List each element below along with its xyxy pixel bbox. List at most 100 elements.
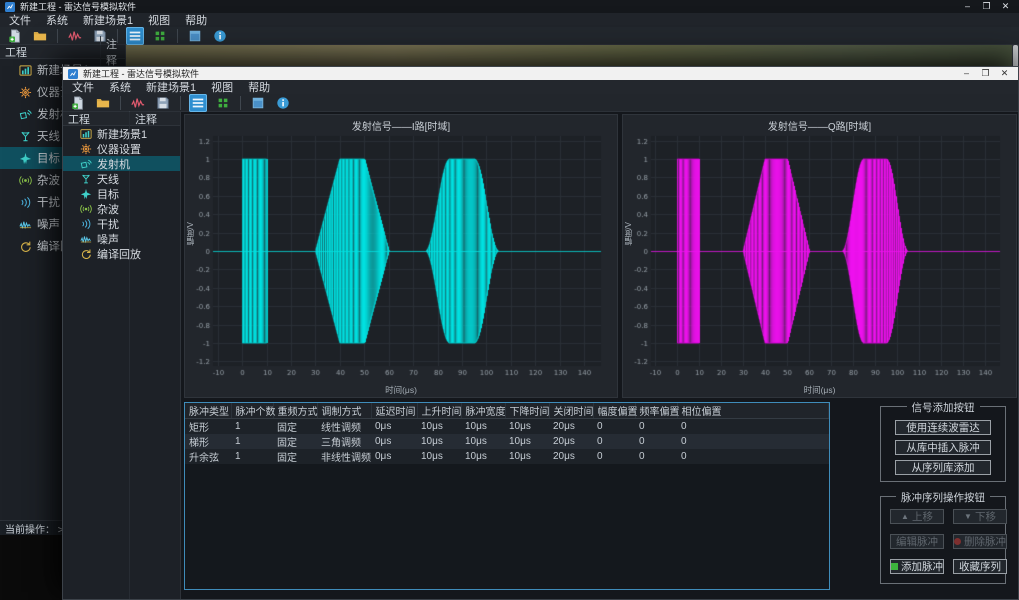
delete-pulse-button[interactable]: 删除脉冲 — [953, 534, 1007, 549]
save-icon[interactable] — [154, 94, 172, 112]
table-cell: 10μs — [505, 419, 549, 435]
menu-item-file[interactable]: 文件 — [9, 12, 31, 28]
table-header[interactable]: 上升时间 — [417, 403, 461, 419]
button-label: 添加脉冲 — [901, 559, 943, 574]
button-label: 上移 — [912, 509, 933, 524]
table-cell: 10μs — [417, 419, 461, 435]
menu-item-system[interactable]: 系统 — [109, 79, 131, 95]
scene-icon — [80, 128, 92, 140]
table-cell: 0 — [593, 449, 635, 464]
table-cell: 0 — [677, 434, 829, 449]
sidebar-item-label: 新建场景1 — [97, 126, 147, 142]
sidebar-item-noise[interactable]: 噪声 — [63, 231, 180, 246]
bg-maximize-button[interactable]: ❐ — [978, 1, 995, 12]
list-view-icon[interactable] — [126, 27, 144, 45]
waveform-icon[interactable] — [129, 94, 147, 112]
table-row[interactable]: 梯形1固定三角调频0μs10μs10μs10μs20μs000 — [185, 434, 829, 449]
table-header[interactable]: 脉冲宽度 — [461, 403, 505, 419]
button-label: 从序列库添加 — [912, 460, 975, 475]
table-header[interactable]: 脉冲类型 — [185, 403, 231, 419]
table-header[interactable]: 调制方式 — [317, 403, 371, 419]
sidebar-item-scene[interactable]: 新建场景1 — [63, 126, 180, 141]
tree-header-project: 工程 — [63, 111, 129, 127]
table-header[interactable]: 幅度偏置 — [593, 403, 635, 419]
gear-icon — [80, 143, 92, 155]
table-row[interactable]: 升余弦1固定非线性调频0μs10μs10μs10μs20μs000 — [185, 449, 829, 464]
antenna-icon — [19, 130, 32, 143]
table-cell: 非线性调频 — [317, 449, 371, 464]
list-view-icon[interactable] — [189, 94, 207, 112]
chart-plot-i[interactable] — [189, 131, 613, 383]
button-label: 下移 — [975, 509, 996, 524]
panel-icon[interactable] — [249, 94, 267, 112]
table-header[interactable]: 重频方式 — [273, 403, 317, 419]
grid-dots-icon[interactable] — [151, 27, 169, 45]
jam-icon — [80, 218, 92, 230]
table-header[interactable]: 相位偏置 — [677, 403, 829, 419]
table-header[interactable]: 脉冲个数 — [231, 403, 273, 419]
waveform-icon[interactable] — [66, 27, 84, 45]
sidebar-item-gear[interactable]: 仪器设置 — [63, 141, 180, 156]
table-cell: 固定 — [273, 434, 317, 449]
menu-item-view[interactable]: 视图 — [211, 79, 233, 95]
delete-dot-icon — [954, 538, 961, 545]
menu-item-system[interactable]: 系统 — [46, 12, 68, 28]
table-header[interactable]: 频率偏置 — [635, 403, 677, 419]
table-row[interactable]: 矩形1固定线性调频0μs10μs10μs10μs20μs000 — [185, 419, 829, 435]
add-from-sequence-library-button[interactable]: 从序列库添加 — [895, 460, 991, 475]
bg-close-button[interactable]: ✕ — [997, 1, 1014, 12]
info-icon[interactable] — [211, 27, 229, 45]
bg-minimize-button[interactable]: – — [959, 1, 976, 12]
table-header[interactable]: 延迟时间 — [371, 403, 417, 419]
table-cell: 1 — [231, 449, 273, 464]
save-sequence-button[interactable]: 收藏序列 — [953, 559, 1007, 574]
info-icon[interactable] — [274, 94, 292, 112]
fg-titlebar[interactable]: 新建工程 - 雷达信号模拟软件 – ❐ ✕ — [63, 67, 1018, 80]
sidebar-item-label: 干扰 — [97, 216, 119, 232]
table-cell: 固定 — [273, 419, 317, 435]
table-cell: 10μs — [417, 434, 461, 449]
menu-item-scene[interactable]: 新建场景1 — [146, 79, 196, 95]
sidebar-item-transmitter[interactable]: 发射机 — [63, 156, 180, 171]
menu-item-view[interactable]: 视图 — [148, 12, 170, 28]
table-cell: 10μs — [461, 419, 505, 435]
sidebar-item-replay[interactable]: 编译回放 — [63, 246, 180, 261]
pulse-table-panel: 脉冲类型脉冲个数重频方式调制方式延迟时间上升时间脉冲宽度下降时间关闭时间幅度偏置… — [184, 402, 830, 590]
fg-close-button[interactable]: ✕ — [996, 68, 1013, 79]
bg-toolbar — [0, 27, 1019, 45]
open-folder-icon[interactable] — [94, 94, 112, 112]
pulse-table: 脉冲类型脉冲个数重频方式调制方式延迟时间上升时间脉冲宽度下降时间关闭时间幅度偏置… — [185, 403, 829, 464]
sidebar-item-target[interactable]: 目标 — [63, 186, 180, 201]
target-icon — [80, 188, 92, 200]
noise-icon — [80, 233, 92, 245]
add-pulse-button[interactable]: 添加脉冲 — [890, 559, 944, 574]
fg-toolbar — [63, 94, 1018, 112]
sidebar-item-antenna[interactable]: 天线 — [63, 171, 180, 186]
table-header[interactable]: 关闭时间 — [549, 403, 593, 419]
chart-panel-q: 发射信号——Q路[时域] 幅度/V 时间(μs) — [622, 114, 1017, 398]
fg-maximize-button[interactable]: ❐ — [977, 68, 994, 79]
replay-icon — [80, 248, 92, 260]
insert-pulse-from-library-button[interactable]: 从库中插入脉冲 — [895, 440, 991, 455]
button-label: 从库中插入脉冲 — [906, 440, 980, 455]
table-header[interactable]: 下降时间 — [505, 403, 549, 419]
open-folder-icon[interactable] — [31, 27, 49, 45]
sidebar-item-label: 杂波 — [37, 172, 60, 188]
sidebar-item-clutter[interactable]: 杂波 — [63, 201, 180, 216]
menu-item-help[interactable]: 帮助 — [248, 79, 270, 95]
new-file-icon[interactable] — [69, 94, 87, 112]
menu-item-scene[interactable]: 新建场景1 — [83, 12, 133, 28]
menu-item-file[interactable]: 文件 — [72, 79, 94, 95]
edit-pulse-button[interactable]: 编辑脉冲 — [890, 534, 944, 549]
new-file-icon[interactable] — [6, 27, 24, 45]
move-up-button[interactable]: ▲上移 — [890, 509, 944, 524]
sidebar-item-jam[interactable]: 干扰 — [63, 216, 180, 231]
fg-minimize-button[interactable]: – — [958, 68, 975, 79]
menu-item-help[interactable]: 帮助 — [185, 12, 207, 28]
move-down-button[interactable]: ▼下移 — [953, 509, 1007, 524]
grid-dots-icon[interactable] — [214, 94, 232, 112]
panel-icon[interactable] — [186, 27, 204, 45]
cw-radar-button[interactable]: 使用连续波雷达 — [895, 420, 991, 435]
table-cell: 0 — [635, 449, 677, 464]
chart-plot-q[interactable] — [627, 131, 1012, 383]
